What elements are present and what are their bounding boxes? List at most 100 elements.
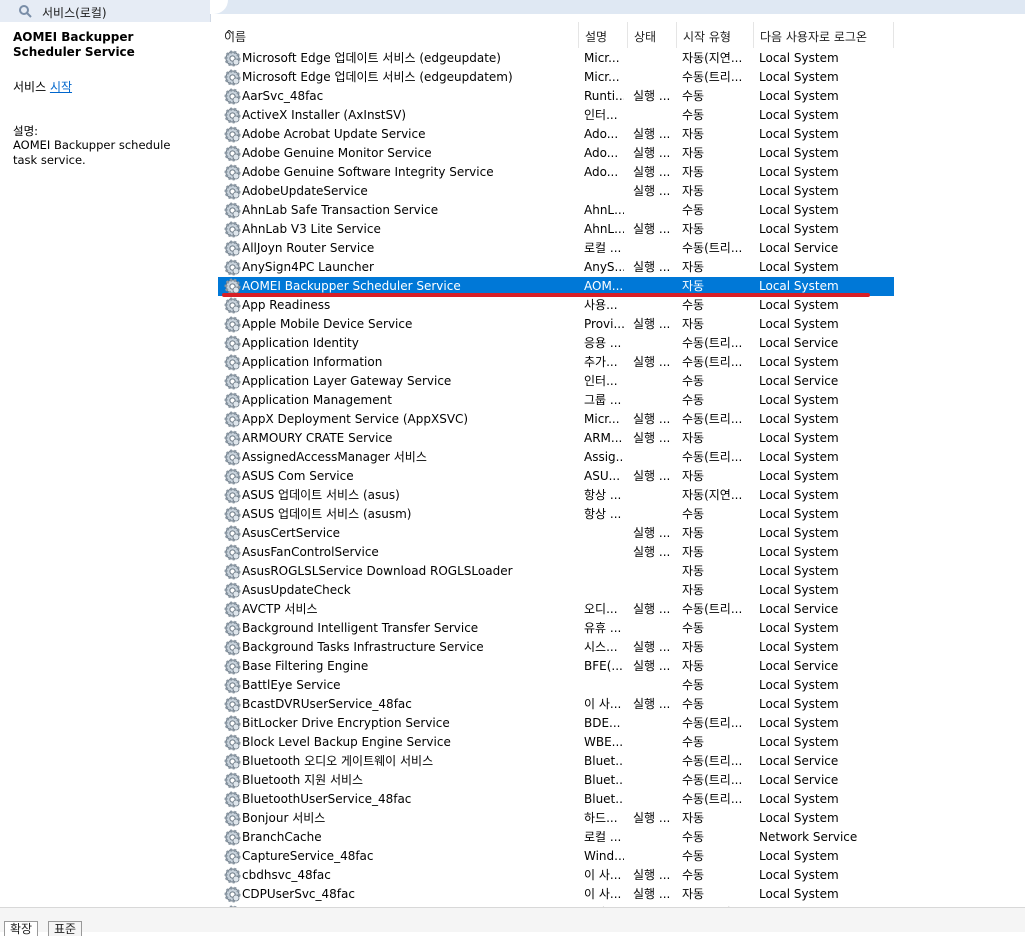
extended-description-panel: AOMEI Backupper Scheduler Service 서비스 시작…: [0, 22, 210, 907]
service-row[interactable]: BattlEye Service 수동 Local System: [218, 676, 894, 695]
service-name: AsusCertService: [242, 526, 341, 540]
description-text: AOMEI Backupper schedule task service.: [13, 138, 171, 167]
service-description: Micr...: [584, 70, 620, 84]
service-row[interactable]: AVCTP 서비스 오디... 실행 ... 수동(트리... Local Servic…: [218, 600, 894, 619]
column-header: 이름 ^ 설명 상태 시작 유형 다음 사용자로 로그온: [218, 22, 1025, 48]
service-gear-icon: [224, 50, 241, 67]
service-row[interactable]: AsusUpdateCheck 자동 Local System: [218, 581, 894, 600]
service-gear-icon: [224, 107, 241, 124]
service-gear-icon: [224, 639, 241, 656]
service-row[interactable]: AarSvc_48fac Runti... 실행 ... 수동 Local System: [218, 87, 894, 106]
service-startup-type: 자동: [682, 431, 705, 445]
service-row[interactable]: Base Filtering Engine BFE(... 실행 ... 자동 Loca…: [218, 657, 894, 676]
service-name: Base Filtering Engine: [242, 659, 369, 673]
service-name: CDPUserSvc_48fac: [242, 887, 355, 901]
service-row[interactable]: AsusROGLSLService Download ROGLSLoader 자동…: [218, 562, 894, 581]
service-row[interactable]: AhnLab V3 Lite Service AhnL... 실행 ... 자동 Loc…: [218, 220, 894, 239]
service-log-on-as: Local System: [759, 526, 839, 540]
service-row[interactable]: AsusCertService 실행 ... 자동 Local System: [218, 524, 894, 543]
service-log-on-as: Local System: [759, 146, 839, 160]
service-row[interactable]: BcastDVRUserService_48fac 이 사... 실행 ... 수동 L…: [218, 695, 894, 714]
tab-extended[interactable]: 확장: [4, 921, 39, 936]
service-status: 실행 ...: [633, 602, 671, 616]
service-row[interactable]: Block Level Backup Engine Service WBE... 수…: [218, 733, 894, 752]
service-row[interactable]: Application Information 추가... 실행 ... 수동(트리.…: [218, 353, 894, 372]
service-name: AnySign4PC Launcher: [242, 260, 374, 274]
service-startup-type: 자동(지연...: [682, 51, 743, 65]
column-log-on-as[interactable]: 다음 사용자로 로그온: [754, 22, 894, 48]
service-row[interactable]: Apple Mobile Device Service Provi... 실행 ..…: [218, 315, 894, 334]
service-row[interactable]: Adobe Acrobat Update Service Ado... 실행 ...…: [218, 125, 894, 144]
service-row[interactable]: ASUS 업데이트 서비스 (asusm) 항상 ... 수동 Local Syste…: [218, 505, 894, 524]
service-row[interactable]: AhnLab Safe Transaction Service AhnL... 수동…: [218, 201, 894, 220]
service-row[interactable]: ASUS Com Service ASU... 실행 ... 자동 Local Syst…: [218, 467, 894, 486]
service-name: AdobeUpdateService: [242, 184, 368, 198]
service-row[interactable]: BluetoothUserService_48fac Bluet... 수동(트리.…: [218, 790, 894, 809]
service-status: 실행 ...: [633, 165, 671, 179]
tab-standard[interactable]: 표준: [48, 921, 83, 936]
service-row[interactable]: CDPUserSvc_48fac 이 사... 실행 ... 자동 Local Syst…: [218, 885, 894, 904]
column-startup-type[interactable]: 시작 유형: [677, 22, 754, 48]
selected-service-title: AOMEI Backupper Scheduler Service: [13, 30, 135, 59]
service-gear-icon: [224, 867, 241, 884]
service-log-on-as: Local System: [759, 355, 839, 369]
console-tree-node[interactable]: 서비스(로컬): [0, 0, 211, 22]
service-row[interactable]: AppX Deployment Service (AppXSVC) Micr...…: [218, 410, 894, 429]
service-row[interactable]: Adobe Genuine Monitor Service Ado... 실행 ..…: [218, 144, 894, 163]
column-description-label: 설명: [585, 30, 608, 44]
service-row[interactable]: cbdhsvc_48fac 이 사... 실행 ... 수동 Local System: [218, 866, 894, 885]
service-row[interactable]: ActiveX Installer (AxInstSV) 인터... 수동 Local…: [218, 106, 894, 125]
service-status: 실행 ...: [633, 640, 671, 654]
service-name: AssignedAccessManager 서비스: [242, 450, 427, 464]
column-description[interactable]: 설명: [579, 22, 628, 48]
service-row[interactable]: AssignedAccessManager 서비스 Assig... 수동(트리..…: [218, 448, 894, 467]
service-row[interactable]: Bluetooth 오디오 게이트웨이 서비스 Bluet... 수동(트리... L…: [218, 752, 894, 771]
service-description: 로컬 ...: [584, 241, 622, 255]
service-row[interactable]: AllJoyn Router Service 로컬 ... 수동(트리... Loca…: [218, 239, 894, 258]
service-log-on-as: Local Service: [759, 659, 839, 673]
service-row[interactable]: Bluetooth 지원 서비스 Bluet... 수동(트리... Local Se…: [218, 771, 894, 790]
service-description: AhnL...: [584, 203, 624, 217]
service-row[interactable]: AsusFanControlService 실행 ... 자동 Local Syste…: [218, 543, 894, 562]
service-startup-type: 수동(트리...: [682, 241, 743, 255]
service-row[interactable]: BitLocker Drive Encryption Service BDE...…: [218, 714, 894, 733]
service-status: 실행 ...: [633, 317, 671, 331]
service-row[interactable]: ARMOURY CRATE Service ARM... 실행 ... 자동 Local…: [218, 429, 894, 448]
service-gear-icon: [224, 886, 241, 903]
service-startup-type: 자동: [682, 279, 705, 293]
start-service-link[interactable]: 시작: [50, 80, 72, 94]
service-row[interactable]: Microsoft Edge 업데이트 서비스 (edgeupdate) Micr…: [218, 49, 894, 68]
column-status[interactable]: 상태: [628, 22, 677, 48]
service-gear-icon: [224, 202, 241, 219]
view-tabs-bar: 확장 표준: [0, 907, 1025, 936]
service-row[interactable]: Application Layer Gateway Service 인터... 수동…: [218, 372, 894, 391]
service-startup-type: 자동: [682, 469, 705, 483]
service-row[interactable]: Application Management 그룹 ... 수동 Local Syst…: [218, 391, 894, 410]
services-list[interactable]: 이름 ^ 설명 상태 시작 유형 다음 사용자로 로그온 Microsoft E…: [218, 22, 1025, 922]
service-gear-icon: [224, 145, 241, 162]
service-row[interactable]: Application Identity 응용 ... 수동(트리... Local …: [218, 334, 894, 353]
service-row[interactable]: AdobeUpdateService 실행 ... 자동 Local System: [218, 182, 894, 201]
service-row[interactable]: Background Intelligent Transfer Service 유…: [218, 619, 894, 638]
service-row[interactable]: CaptureService_48fac Wind... 수동 Local Syste…: [218, 847, 894, 866]
service-row[interactable]: Adobe Genuine Software Integrity Service…: [218, 163, 894, 182]
service-row[interactable]: Microsoft Edge 업데이트 서비스 (edgeupdatem) Mic…: [218, 68, 894, 87]
service-gear-icon: [224, 791, 241, 808]
service-description: WBE...: [584, 735, 624, 749]
service-description: 이 사...: [584, 887, 622, 901]
description-label: 설명:: [13, 124, 39, 138]
service-row[interactable]: App Readiness 사용... 수동 Local System: [218, 296, 894, 315]
service-row[interactable]: Background Tasks Infrastructure Service 시…: [218, 638, 894, 657]
service-log-on-as: Local System: [759, 317, 839, 331]
service-gear-icon: [224, 544, 241, 561]
service-log-on-as: Local System: [759, 279, 839, 293]
service-row[interactable]: AnySign4PC Launcher AnyS... 실행 ... 자동 Local …: [218, 258, 894, 277]
service-gear-icon: [224, 335, 241, 352]
service-name: AsusROGLSLService Download ROGLSLoader: [242, 564, 513, 578]
service-status: 실행 ...: [633, 545, 671, 559]
service-row[interactable]: BranchCache 로컬 ... 수동 Network Service: [218, 828, 894, 847]
service-row[interactable]: Bonjour 서비스 하드... 실행 ... 자동 Local System: [218, 809, 894, 828]
column-name[interactable]: 이름 ^: [218, 22, 579, 48]
service-row[interactable]: ASUS 업데이트 서비스 (asus) 항상 ... 자동(지연... Local …: [218, 486, 894, 505]
service-startup-type: 수동: [682, 830, 705, 844]
